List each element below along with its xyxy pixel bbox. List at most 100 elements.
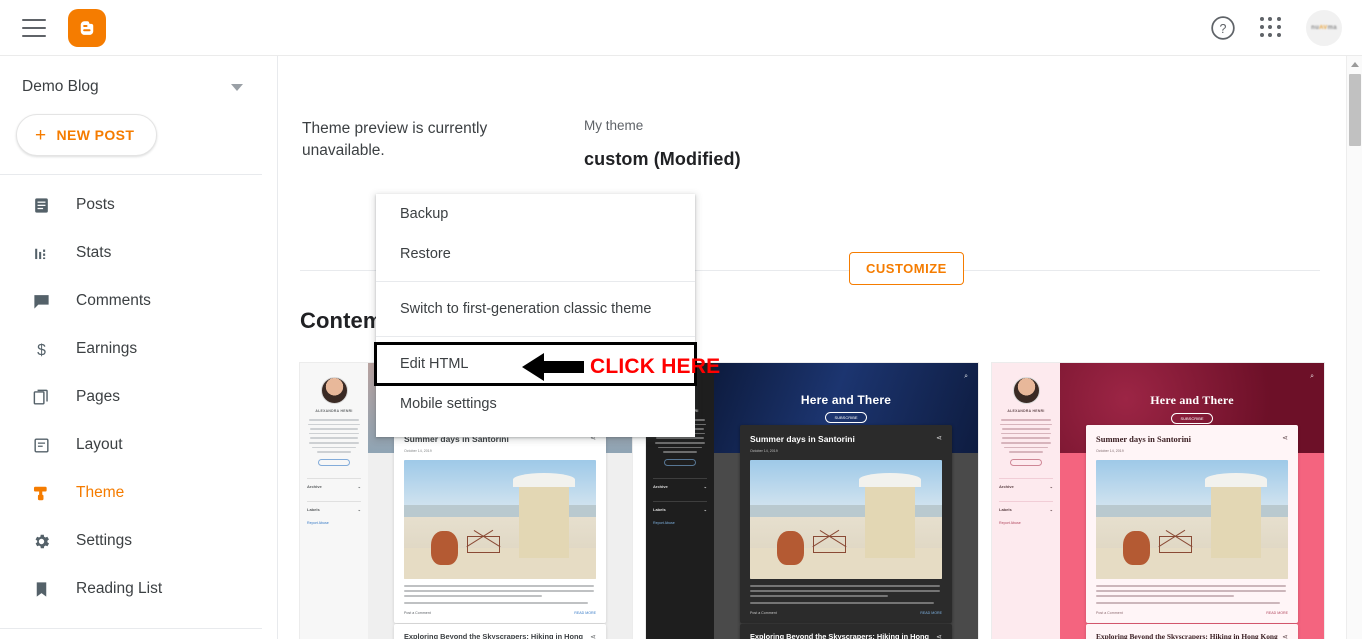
- theme-read-more: READ MORE: [920, 611, 942, 615]
- theme-post-title: Summer days in Santorini: [1096, 434, 1192, 444]
- theme-archive-row: Archive ⌄: [999, 477, 1053, 489]
- pages-icon: [30, 386, 52, 408]
- hamburger-menu-icon[interactable]: [22, 18, 46, 37]
- scroll-up-arrow-icon[interactable]: [1347, 56, 1362, 72]
- scrollbar-thumb[interactable]: [1349, 74, 1361, 146]
- theme-comment-label: Post a Comment: [1096, 611, 1123, 615]
- top-app-bar: ? nuAVma: [0, 0, 1362, 56]
- sidebar-item-settings[interactable]: Settings: [0, 517, 277, 565]
- theme-post2: Exploring Beyond the Skyscrapers: Hiking…: [1086, 624, 1298, 639]
- share-icon: ⋖: [590, 634, 596, 639]
- theme-author-avatar: [320, 377, 348, 404]
- theme-labels-label: Labels: [307, 506, 320, 512]
- theme-archive-label: Archive: [307, 483, 322, 489]
- sidebar-item-layout[interactable]: Layout: [0, 421, 277, 469]
- sidebar-item-pages[interactable]: Pages: [0, 373, 277, 421]
- reading-list-icon: [30, 578, 52, 600]
- help-icon[interactable]: ?: [1210, 15, 1236, 41]
- blog-name: Demo Blog: [22, 78, 99, 95]
- chevron-down-icon: [231, 83, 243, 91]
- sidebar-item-label: Posts: [76, 196, 115, 213]
- top-bar-actions: ? nuAVma: [1210, 9, 1342, 46]
- customize-button[interactable]: CUSTOMIZE: [849, 252, 964, 285]
- sidebar-nav: Posts Stats Comments $ Earnings Pages La…: [0, 175, 277, 613]
- theme-header: Theme preview is currently unavailable. …: [278, 56, 1340, 170]
- theme-preview-message: Theme preview is currently unavailable.: [302, 120, 488, 159]
- theme-author-bio: [999, 419, 1053, 453]
- theme-post2: Exploring Beyond the Skyscrapers: Hiking…: [394, 624, 606, 639]
- sidebar-item-label: Reading List: [76, 580, 163, 597]
- sidebar-item-label: Pages: [76, 388, 120, 405]
- theme-post-body: [404, 585, 596, 604]
- share-icon: ⋖: [1282, 435, 1288, 442]
- theme-icon: [30, 482, 52, 504]
- share-icon: ⋖: [936, 435, 942, 442]
- theme-post-photo: [404, 460, 596, 579]
- share-icon: ⋖: [936, 634, 942, 639]
- earnings-icon: $: [30, 338, 52, 360]
- sidebar-item-label: Theme: [76, 484, 125, 501]
- theme-labels-label: Labels: [999, 506, 1012, 512]
- theme-post-title: Summer days in Santorini: [750, 434, 855, 444]
- theme-report-link: Report Abuse: [999, 520, 1021, 525]
- sidebar-item-theme[interactable]: Theme: [0, 469, 277, 517]
- blogger-logo-icon[interactable]: [68, 8, 106, 47]
- theme-report-link: Report Abuse: [653, 520, 675, 525]
- svg-text:?: ?: [1220, 21, 1227, 35]
- my-theme-label: My theme: [584, 118, 644, 133]
- sidebar-item-label: Layout: [76, 436, 123, 453]
- theme-subscribe-pill: SUBSCRIBE: [825, 412, 867, 423]
- theme-author-name: ALEXANDRA HENRI: [315, 409, 353, 413]
- menu-separator: [376, 336, 695, 337]
- menu-separator: [376, 281, 695, 282]
- menu-item-edit-html[interactable]: Edit HTML: [374, 342, 697, 386]
- comments-icon: [30, 290, 52, 312]
- theme-post-date: October 14, 2019: [404, 449, 432, 453]
- theme-author-name: ALEXANDRA HENRI: [1007, 409, 1045, 413]
- theme-post-date: October 14, 2019: [750, 449, 778, 453]
- sidebar-item-reading-list[interactable]: Reading List: [0, 565, 277, 613]
- blog-selector[interactable]: Demo Blog: [0, 56, 277, 106]
- theme-post-footer: Post a Comment READ MORE: [750, 611, 942, 615]
- sidebar-item-label: Earnings: [76, 340, 138, 357]
- sidebar-item-earnings[interactable]: $ Earnings: [0, 325, 277, 373]
- sidebar: Demo Blog + NEW POST Posts Stats Comment…: [0, 56, 278, 639]
- theme-report-link: Report Abuse: [307, 520, 329, 525]
- theme-post2: Exploring Beyond the Skyscrapers: Hiking…: [740, 624, 952, 639]
- theme-post2-title: Exploring Beyond the Skyscrapers: Hiking…: [750, 632, 930, 639]
- theme-post-footer: Post a Comment READ MORE: [1096, 611, 1288, 615]
- avatar[interactable]: nuAVma: [1306, 9, 1342, 46]
- theme-post-photo: [750, 460, 942, 579]
- theme-options-dropdown-menu: Backup Restore Switch to first-generatio…: [374, 194, 697, 437]
- theme-post-footer: Post a Comment READ MORE: [404, 611, 596, 615]
- theme-post2-title: Exploring Beyond the Skyscrapers: Hiking…: [404, 632, 584, 639]
- theme-labels-label: Labels: [653, 506, 666, 512]
- theme-read-more: READ MORE: [574, 611, 596, 615]
- sidebar-item-posts[interactable]: Posts: [0, 181, 277, 229]
- sidebar-item-label: Settings: [76, 532, 133, 549]
- theme-comment-label: Post a Comment: [404, 611, 431, 615]
- new-post-button[interactable]: + NEW POST: [16, 114, 158, 156]
- stats-icon: [30, 242, 52, 264]
- menu-item-mobile-settings[interactable]: Mobile settings: [376, 384, 695, 424]
- sidebar-item-stats[interactable]: Stats: [0, 229, 277, 277]
- menu-item-restore[interactable]: Restore: [376, 234, 695, 274]
- share-icon: ⋖: [1282, 634, 1288, 639]
- theme-archive-row: Archive ⌄: [307, 477, 361, 489]
- blogger-theme-page: ? nuAVma Demo Blog + NEW POST Posts Stat…: [0, 0, 1362, 639]
- vertical-scrollbar[interactable]: [1346, 56, 1362, 639]
- theme-post-date: October 14, 2019: [1096, 449, 1124, 453]
- new-post-label: NEW POST: [56, 127, 135, 143]
- theme-author-avatar: [1012, 377, 1040, 404]
- theme-card[interactable]: ALEXANDRA HENRI Archive⌄ Labels⌄: [992, 363, 1324, 639]
- theme-blog-title: Here and There: [800, 393, 892, 407]
- sidebar-item-comments[interactable]: Comments: [0, 277, 277, 325]
- theme-archive-row: Archive ⌄: [653, 477, 707, 489]
- theme-card[interactable]: ALEXANDRA HENRI Archive⌄ Labels⌄: [646, 363, 978, 639]
- theme-read-more-pill: [664, 458, 696, 466]
- menu-item-backup[interactable]: Backup: [376, 194, 695, 234]
- menu-item-switch-classic-theme[interactable]: Switch to first-generation classic theme: [376, 289, 695, 329]
- theme-archive-label: Archive: [999, 483, 1014, 489]
- apps-grid-icon[interactable]: [1260, 16, 1282, 39]
- theme-labels-row: Labels ⌄: [307, 500, 361, 512]
